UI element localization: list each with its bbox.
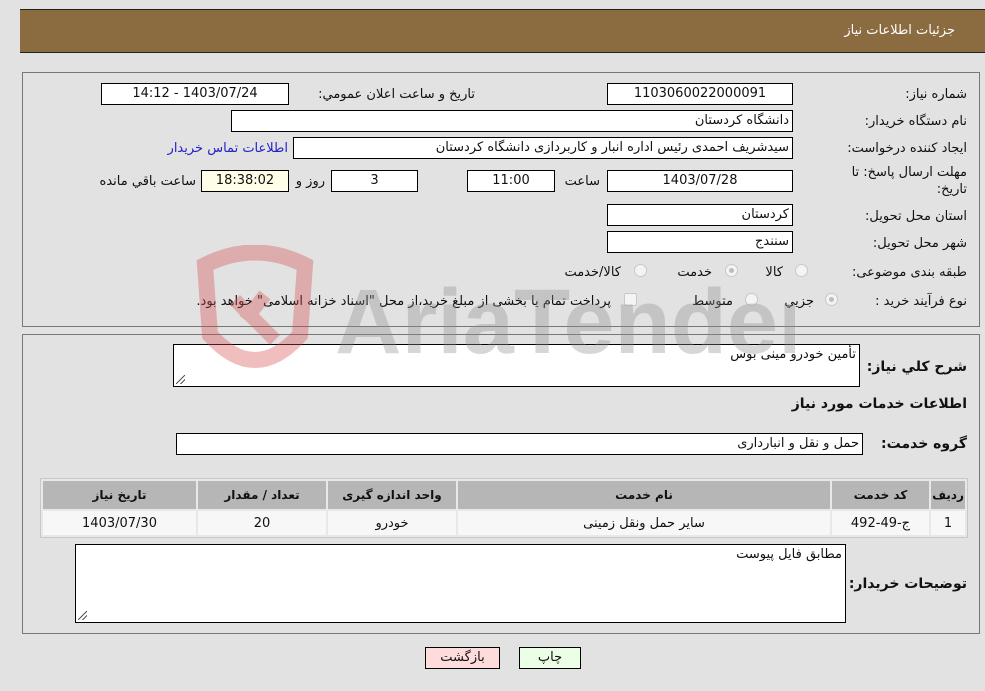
- back-button[interactable]: بازگشت: [425, 647, 500, 669]
- buyer-contact-link[interactable]: اطلاعات تماس خريدار: [168, 141, 288, 156]
- purchase-process-label: نوع فرآیند خرید :: [875, 294, 967, 309]
- resize-grip-icon[interactable]: [176, 375, 185, 384]
- cell-quantity: 20: [198, 511, 326, 535]
- remaining-time-label: ساعت باقي مانده: [99, 174, 196, 189]
- province-field[interactable]: كردستان: [607, 204, 793, 226]
- deadline-label: مهلت ارسال پاسخ: تا: [851, 165, 967, 180]
- announce-datetime-label: تاریخ و ساعت اعلان عمومي:: [318, 87, 475, 102]
- services-heading: اطلاعات خدمات مورد نياز: [791, 396, 967, 412]
- creator-field[interactable]: سیدشریف احمدی رئیس اداره انبار و کاربردا…: [293, 137, 793, 159]
- category-radio-service[interactable]: [725, 264, 738, 277]
- days-remaining-field[interactable]: 3: [331, 170, 418, 192]
- category-radio-goods-service[interactable]: [634, 264, 647, 277]
- process-radio-minor[interactable]: [825, 293, 838, 306]
- page-title: جزئیات اطلاعات نیاز: [844, 23, 955, 38]
- category-option-service: خدمت: [677, 265, 712, 280]
- summary-label: شرح كلي نياز:: [866, 359, 967, 375]
- cell-service-code: ج-49-492: [832, 511, 929, 535]
- need-number-label: شماره نیاز:: [905, 87, 967, 102]
- buyer-org-label: نام دستگاه خريدار:: [864, 114, 967, 129]
- announce-datetime-field[interactable]: 1403/07/24 - 14:12: [101, 83, 289, 105]
- process-option-minor: جزيي: [784, 294, 814, 309]
- category-option-goods-service: كالا/خدمت: [564, 265, 621, 280]
- days-label: روز و: [295, 174, 325, 189]
- summary-text: تأمین خودرو مینی بوس: [730, 347, 856, 362]
- buyer-notes-textarea[interactable]: مطابق فایل پیوست: [75, 544, 846, 623]
- service-group-field[interactable]: حمل و نقل و انبارداری: [176, 433, 863, 455]
- deadline-date-field[interactable]: 1403/07/28: [607, 170, 793, 192]
- col-quantity: تعداد / مقدار: [198, 481, 326, 509]
- buyer-org-field[interactable]: دانشگاه كردستان: [231, 110, 793, 132]
- table-row: 1 ج-49-492 سایر حمل ونقل زمینی خودرو 20 …: [43, 511, 965, 535]
- city-label: شهر محل تحويل:: [872, 236, 967, 251]
- services-table: رديف كد خدمت نام خدمت واحد اندازه گيری ت…: [40, 478, 968, 538]
- buyer-notes-label: توضيحات خريدار:: [848, 576, 967, 592]
- cell-need-date: 1403/07/30: [43, 511, 196, 535]
- cell-service-name: سایر حمل ونقل زمینی: [458, 511, 830, 535]
- table-header-row: رديف كد خدمت نام خدمت واحد اندازه گيری ت…: [43, 481, 965, 509]
- col-row-number: رديف: [931, 481, 965, 509]
- service-group-label: گروه خدمت:: [881, 436, 967, 452]
- page-header: جزئیات اطلاعات نیاز: [20, 9, 985, 53]
- deadline-label-date: تاريخ:: [936, 182, 967, 197]
- col-service-code: كد خدمت: [832, 481, 929, 509]
- col-need-date: تاريخ نياز: [43, 481, 196, 509]
- cell-row-number: 1: [931, 511, 965, 535]
- treasury-note: پرداخت تمام یا بخشی از مبلغ خرید،از محل …: [196, 294, 611, 309]
- cell-unit: خودرو: [328, 511, 456, 535]
- treasury-checkbox[interactable]: [624, 293, 637, 306]
- col-unit: واحد اندازه گيری: [328, 481, 456, 509]
- category-option-goods: كالا: [765, 265, 783, 280]
- deadline-time-field[interactable]: 11:00: [467, 170, 555, 192]
- summary-textarea[interactable]: تأمین خودرو مینی بوس: [173, 344, 860, 387]
- process-option-medium: متوسط: [692, 294, 733, 309]
- print-button[interactable]: چاپ: [519, 647, 581, 669]
- remaining-time-field: 18:38:02: [201, 170, 289, 192]
- buyer-notes-text: مطابق فایل پیوست: [736, 547, 842, 562]
- process-radio-medium[interactable]: [745, 293, 758, 306]
- province-label: استان محل تحويل:: [865, 209, 967, 224]
- resize-grip-icon[interactable]: [78, 611, 87, 620]
- category-label: طبقه بندی موضوعی:: [851, 265, 967, 280]
- deadline-time-label: ساعت: [564, 174, 600, 189]
- category-radio-goods[interactable]: [795, 264, 808, 277]
- creator-label: ايجاد كننده درخواست:: [847, 141, 967, 156]
- city-field[interactable]: سنندج: [607, 231, 793, 253]
- need-number-field[interactable]: 1103060022000091: [607, 83, 793, 105]
- col-service-name: نام خدمت: [458, 481, 830, 509]
